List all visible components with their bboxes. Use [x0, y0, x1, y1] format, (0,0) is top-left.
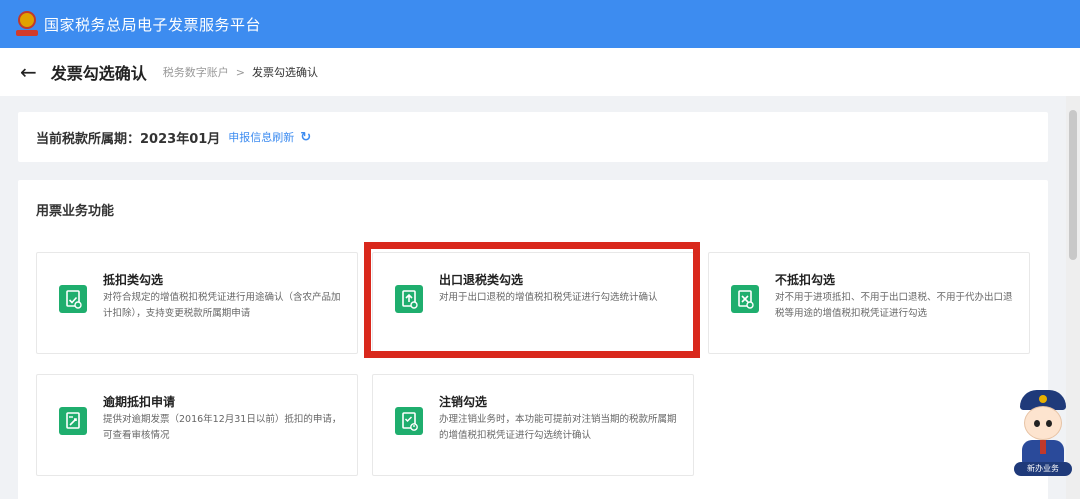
tax-emblem-icon — [16, 11, 38, 37]
sub-header: ← 发票勾选确认 税务数字账户 > 发票勾选确认 — [0, 48, 1080, 96]
tax-period-value: 2023年01月 — [140, 131, 221, 147]
breadcrumb-item-current: 发票勾选确认 — [252, 66, 318, 79]
tile-description: 对用于出口退税的增值税扣税凭证进行勾选统计确认 — [439, 292, 658, 303]
tile-name: 逾期抵扣申请 — [103, 395, 176, 409]
tile-cancellation-select[interactable]: 注销勾选 办理注销业务时，本功能可提前对注销当期的税款所属期的增值税扣税凭证进行… — [372, 374, 694, 476]
top-bar: 国家税务总局电子发票服务平台 — [0, 0, 1080, 48]
tile-name: 不抵扣勾选 — [775, 273, 836, 287]
tax-period-card: 当前税款所属期： 2023年01月 申报信息刷新 ↻ — [18, 112, 1048, 162]
breadcrumb-separator: > — [235, 65, 245, 79]
mascot-eye — [1046, 420, 1052, 427]
tax-period-label: 当前税款所属期： — [36, 131, 141, 147]
tile-overdue-deduction-apply[interactable]: 逾期抵扣申请 提供对逾期发票（2016年12月31日以前）抵扣的申请，可查看审核… — [36, 374, 358, 476]
platform-title: 国家税务总局电子发票服务平台 — [44, 15, 262, 34]
page-title: 发票勾选确认 — [50, 64, 147, 83]
refresh-declaration-link[interactable]: 申报信息刷新 — [228, 129, 294, 145]
tile-description: 办理注销业务时，本功能可提前对注销当期的税款所属期的增值税扣税凭证进行勾选统计确… — [439, 414, 677, 441]
assistant-label[interactable]: 新办业务 — [1014, 462, 1072, 476]
tile-export-refund-select[interactable]: 出口退税类勾选 对用于出口退税的增值税扣税凭证进行勾选统计确认 — [372, 252, 694, 354]
refresh-icon[interactable]: ↻ — [300, 130, 311, 145]
back-arrow-icon[interactable]: ← — [20, 62, 37, 82]
no-deduct-icon — [731, 285, 759, 313]
scrollbar-thumb[interactable] — [1069, 110, 1077, 260]
tile-name: 抵扣类勾选 — [103, 273, 164, 287]
tile-no-deduct-select[interactable]: 不抵扣勾选 对不用于进项抵扣、不用于出口退税、不用于代办出口退税等用途的增值税扣… — [708, 252, 1030, 354]
mascot-face — [1024, 406, 1062, 440]
overdue-apply-icon — [59, 407, 87, 435]
tile-deduction-select[interactable]: 抵扣类勾选 对符合规定的增值税扣税凭证进行用途确认（含农产品加计扣除），支持变更… — [36, 252, 358, 354]
mascot-badge-icon — [1039, 395, 1047, 403]
tile-name: 出口退税类勾选 — [439, 273, 524, 287]
cancel-power-icon — [395, 407, 423, 435]
breadcrumb-item-tax-account[interactable]: 税务数字账户 — [163, 64, 229, 80]
mascot-tie — [1040, 440, 1046, 454]
mascot-eye — [1034, 420, 1040, 427]
tile-description: 对符合规定的增值税扣税凭证进行用途确认（含农产品加计扣除），支持变更税款所属期申… — [103, 292, 341, 319]
tile-description: 提供对逾期发票（2016年12月31日以前）抵扣的申请，可查看审核情况 — [103, 414, 342, 441]
export-refund-icon — [395, 285, 423, 313]
section-title: 用票业务功能 — [36, 204, 115, 219]
assistant-mascot[interactable]: 新办业务 — [1012, 390, 1074, 478]
checkmark-document-icon — [59, 285, 87, 313]
tile-name: 注销勾选 — [439, 395, 488, 409]
tile-description: 对不用于进项抵扣、不用于出口退税、不用于代办出口退税等用途的增值税扣税凭证进行勾… — [775, 292, 1013, 319]
